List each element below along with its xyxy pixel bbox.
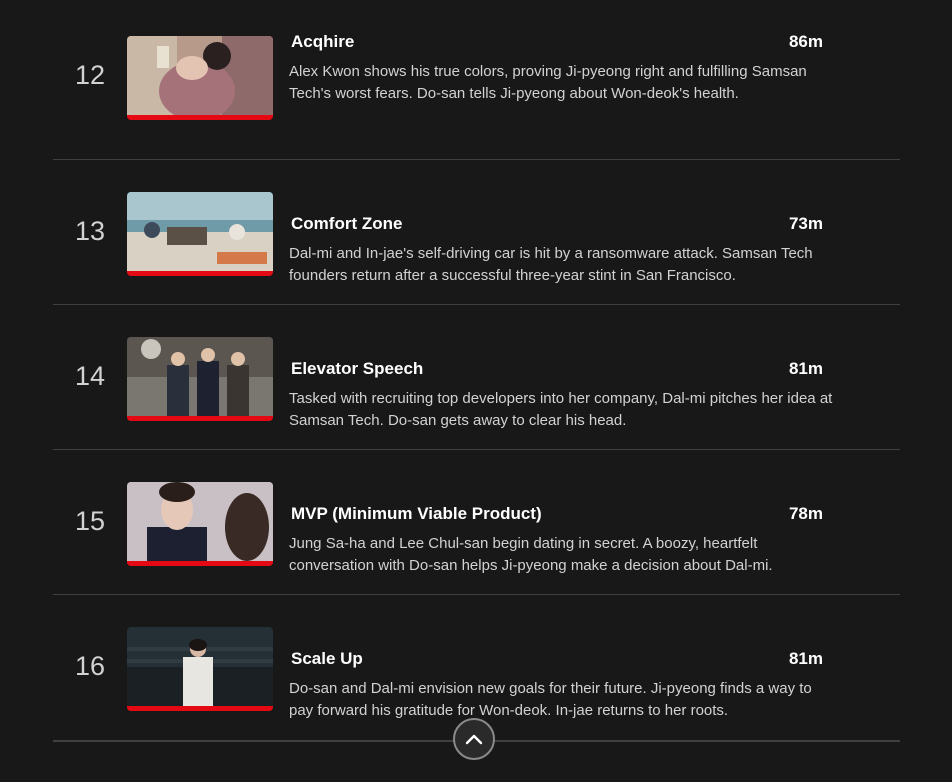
episode-item[interactable]: 15 MVP (Minimum Viable Product) 78m Jung… bbox=[53, 450, 900, 595]
progress-bar bbox=[127, 115, 273, 120]
episode-number: 13 bbox=[74, 216, 106, 246]
episode-title: Acqhire bbox=[291, 32, 355, 51]
thumbnail-image bbox=[127, 192, 273, 271]
episode-description: Dal-mi and In-jae's self-driving car is … bbox=[289, 245, 813, 284]
episode-number: 12 bbox=[74, 60, 106, 90]
collapse-episodes-button[interactable] bbox=[453, 718, 495, 760]
chevron-up-icon bbox=[465, 734, 483, 745]
episode-duration: 81m bbox=[788, 359, 823, 378]
episode-number: 15 bbox=[74, 506, 106, 536]
episode-description: Do-san and Dal-mi envision new goals for… bbox=[289, 680, 812, 719]
progress-bar bbox=[127, 561, 273, 566]
episode-duration: 78m bbox=[788, 504, 823, 523]
episode-thumbnail[interactable] bbox=[127, 337, 273, 421]
episode-thumbnail[interactable] bbox=[127, 192, 273, 276]
episode-number: 16 bbox=[74, 651, 106, 681]
episode-description: Jung Sa-ha and Lee Chul-san begin dating… bbox=[289, 535, 773, 574]
episode-duration: 81m bbox=[788, 649, 823, 668]
episode-thumbnail[interactable] bbox=[127, 36, 273, 120]
progress-bar bbox=[127, 706, 273, 711]
thumbnail-image bbox=[127, 337, 273, 416]
episode-item[interactable]: 12 Acqhire 86m Alex Kwon shows his true … bbox=[53, 0, 900, 160]
episode-title: Comfort Zone bbox=[291, 214, 403, 233]
progress-bar bbox=[127, 271, 273, 276]
episode-duration: 73m bbox=[788, 214, 823, 233]
episode-title: Elevator Speech bbox=[291, 359, 424, 378]
thumbnail-image bbox=[127, 627, 273, 706]
progress-bar bbox=[127, 416, 273, 421]
episode-number: 14 bbox=[74, 361, 106, 391]
episode-thumbnail[interactable] bbox=[127, 482, 273, 566]
thumbnail-image bbox=[127, 482, 273, 561]
thumbnail-image bbox=[127, 36, 273, 115]
episode-item[interactable]: 14 Elevator Speech 81m Tasked with recru… bbox=[53, 305, 900, 450]
episode-description: Tasked with recruiting top developers in… bbox=[289, 390, 833, 429]
episode-thumbnail[interactable] bbox=[127, 627, 273, 711]
episode-list: 12 Acqhire 86m Alex Kwon shows his true … bbox=[53, 0, 900, 740]
episode-title: Scale Up bbox=[291, 649, 363, 668]
episode-duration: 86m bbox=[788, 32, 823, 51]
episode-description: Alex Kwon shows his true colors, proving… bbox=[289, 63, 807, 102]
episode-title: MVP (Minimum Viable Product) bbox=[291, 504, 542, 523]
episode-item[interactable]: 13 Comfort Zone 73m Dal-mi and In-jae's … bbox=[53, 160, 900, 305]
